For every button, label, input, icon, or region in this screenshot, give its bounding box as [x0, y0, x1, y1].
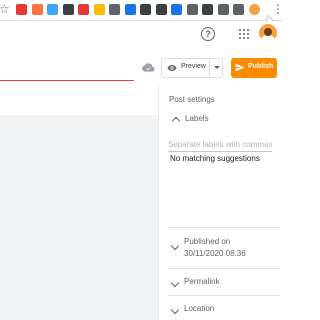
published-date: 30/11/2020 08:36	[184, 249, 246, 258]
apps-grid-icon[interactable]	[239, 29, 250, 40]
cloud-done-icon	[142, 63, 155, 72]
send-icon	[235, 63, 245, 72]
browser-extension-toolbar: ☆ ⋮	[0, 0, 284, 21]
profile-avatar-icon[interactable]	[248, 4, 260, 15]
drive-icon[interactable]	[93, 4, 105, 15]
extension-2-icon[interactable]	[31, 4, 43, 15]
cast-icon[interactable]	[233, 4, 244, 15]
ruler-icon[interactable]	[155, 4, 167, 15]
atom-icon[interactable]	[124, 4, 136, 15]
eye-icon	[167, 65, 177, 71]
post-settings-title: Post settings	[169, 95, 215, 104]
section-divider	[168, 227, 280, 228]
preview-label: Preview	[181, 63, 206, 70]
extension-1-icon[interactable]	[16, 4, 27, 15]
published-on-label: Published on	[184, 237, 231, 246]
camera-icon[interactable]	[62, 4, 74, 15]
preview-button[interactable]: Preview	[161, 58, 223, 78]
bookmark-star-icon[interactable]: ☆	[0, 2, 10, 16]
bookmark-icon[interactable]	[171, 4, 182, 15]
section-divider	[168, 295, 280, 296]
preview-divider	[209, 59, 210, 77]
labels-input[interactable]: Separate labels with commas	[168, 140, 278, 149]
help-icon[interactable]: ?	[201, 27, 215, 41]
list-icon[interactable]	[186, 4, 198, 15]
translate-icon[interactable]	[109, 4, 120, 15]
chevron-down-icon[interactable]	[214, 66, 220, 69]
wave-icon[interactable]	[140, 4, 151, 15]
editor-body[interactable]	[0, 115, 158, 320]
chevron-up-icon[interactable]	[171, 116, 181, 126]
extension-3-icon[interactable]	[47, 4, 58, 15]
labels-section-title[interactable]: Labels	[185, 114, 209, 123]
section-divider	[168, 268, 280, 269]
published-on-section[interactable]: Published on 30/11/2020 08:36	[184, 236, 246, 260]
youtube-icon[interactable]	[78, 4, 89, 15]
publish-button[interactable]: Publish	[231, 58, 277, 78]
location-section[interactable]: Location	[184, 304, 214, 313]
labels-suggestion-text: No matching suggestions	[170, 154, 260, 163]
publish-label: Publish	[248, 63, 274, 70]
labels-input-underline	[168, 151, 272, 152]
browser-menu-icon[interactable]: ⋮	[272, 2, 284, 16]
half-circle-icon[interactable]	[202, 4, 213, 15]
puzzle-icon[interactable]	[217, 4, 229, 15]
account-avatar[interactable]	[259, 24, 277, 42]
post-title-input[interactable]	[0, 80, 134, 81]
permalink-section[interactable]: Permalink	[184, 277, 220, 286]
